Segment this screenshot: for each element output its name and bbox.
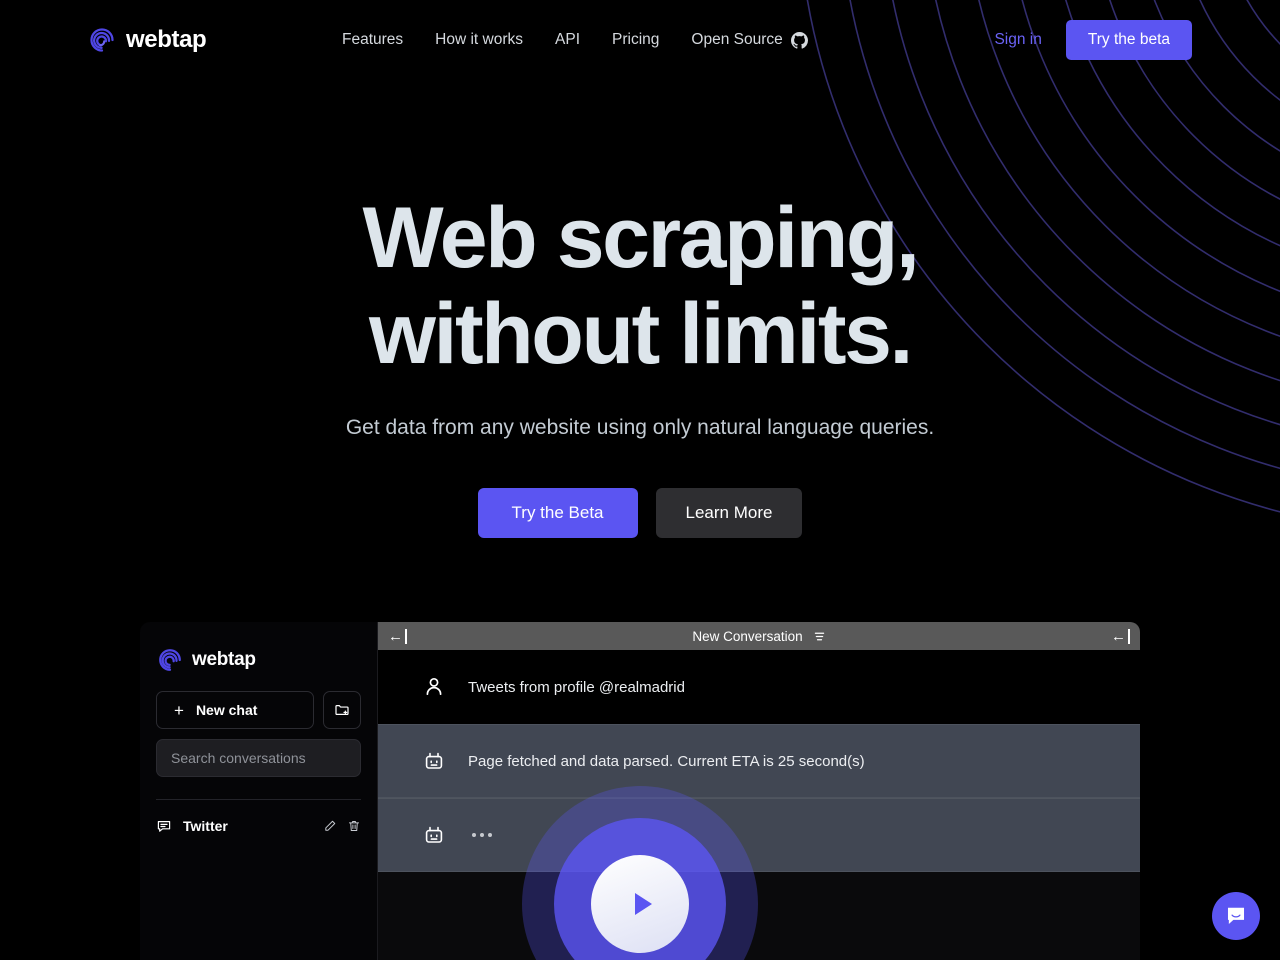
messenger-icon xyxy=(1227,907,1245,925)
learn-more-button[interactable]: Learn More xyxy=(655,488,803,538)
chat-title-group: New Conversation xyxy=(692,629,825,644)
robot-avatar-icon xyxy=(425,826,443,843)
nav-links: Features How it works API Pricing Open S… xyxy=(342,31,808,49)
sidebar-divider xyxy=(156,799,361,800)
collapse-right-icon[interactable]: ← xyxy=(1107,628,1134,644)
demo-sidebar: webtap + New chat Search conversations T… xyxy=(140,622,378,960)
chat-message-bot: Page fetched and data parsed. Current ET… xyxy=(378,724,1140,798)
chat-message-user: Tweets from profile @realmadrid xyxy=(378,650,1140,724)
conversation-label: Twitter xyxy=(183,818,228,834)
nav-link-features[interactable]: Features xyxy=(342,31,419,49)
demo-sidebar-actions: + New chat xyxy=(156,691,361,729)
demo-sidebar-brand-name: webtap xyxy=(192,649,256,670)
collapse-left-icon[interactable]: ← xyxy=(384,628,411,644)
nav-link-open-source[interactable]: Open Source xyxy=(675,31,808,49)
list-lines-icon[interactable] xyxy=(813,630,826,643)
search-conversations-input[interactable] xyxy=(156,739,361,777)
intercom-messenger-button[interactable] xyxy=(1212,892,1260,940)
spiral-logo-icon xyxy=(90,28,114,52)
play-icon xyxy=(634,893,652,915)
hero-subheadline: Get data from any website using only nat… xyxy=(345,416,935,439)
sign-in-link[interactable]: Sign in xyxy=(994,31,1041,49)
conversation-item-twitter[interactable]: Twitter xyxy=(156,810,361,842)
brand-name: webtap xyxy=(126,26,207,53)
nav-link-open-source-label: Open Source xyxy=(691,31,783,48)
landing-page: webtap Features How it works API Pricing… xyxy=(0,0,1280,960)
nav-link-api[interactable]: API xyxy=(539,31,596,49)
chat-message-text: Page fetched and data parsed. Current ET… xyxy=(468,752,865,770)
user-avatar-icon xyxy=(426,677,442,696)
nav-link-pricing[interactable]: Pricing xyxy=(596,31,675,49)
folder-plus-icon xyxy=(335,705,349,715)
chat-message-text: Tweets from profile @realmadrid xyxy=(468,678,685,696)
hero-cta-group: Try the Beta Learn More xyxy=(0,488,1280,538)
top-navbar: webtap Features How it works API Pricing… xyxy=(0,0,1280,80)
spiral-logo-icon xyxy=(159,649,181,671)
chat-bubble-icon xyxy=(157,821,171,832)
chat-message-list: Tweets from profile @realmadrid Page fet… xyxy=(378,650,1140,960)
play-demo-button[interactable] xyxy=(591,855,689,953)
demo-sidebar-brand: webtap xyxy=(156,622,361,680)
trash-icon[interactable] xyxy=(347,819,361,833)
hero-section: Web scraping, without limits. Get data f… xyxy=(0,190,1280,538)
robot-avatar-icon xyxy=(425,752,443,769)
new-chat-label: New chat xyxy=(195,702,258,718)
plus-icon: + xyxy=(174,700,184,720)
typing-indicator xyxy=(468,833,492,837)
pencil-icon[interactable] xyxy=(323,819,337,833)
hero-headline-line-1: Web scraping, xyxy=(362,190,919,286)
nav-link-how-it-works[interactable]: How it works xyxy=(419,31,539,49)
new-chat-button[interactable]: + New chat xyxy=(156,691,314,729)
chat-title: New Conversation xyxy=(692,628,803,644)
chat-header: ← New Conversation ← xyxy=(378,622,1140,650)
try-the-beta-button[interactable]: Try the Beta xyxy=(477,488,638,538)
hero-headline-line-2: without limits. xyxy=(368,286,913,382)
nav-actions: Sign in Try the beta xyxy=(994,20,1192,60)
github-icon xyxy=(790,31,808,49)
demo-chat-area: ← New Conversation ← Tweets from profile… xyxy=(378,622,1140,960)
new-folder-button[interactable] xyxy=(323,691,361,729)
conversation-actions xyxy=(323,819,361,833)
hero-headline: Web scraping, without limits. xyxy=(0,190,1280,382)
chat-message-bot-typing xyxy=(378,798,1140,872)
brand-logo[interactable]: webtap xyxy=(88,26,207,54)
try-the-beta-nav-button[interactable]: Try the beta xyxy=(1065,20,1192,60)
